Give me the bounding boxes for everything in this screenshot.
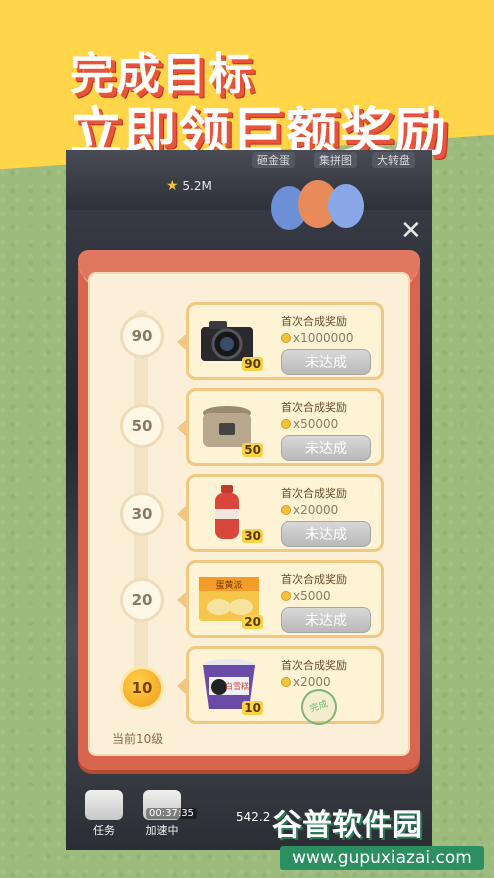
snack-box-icon: 蛋黄派 20 <box>195 569 263 629</box>
item-level-badge: 90 <box>242 357 263 371</box>
coin-icon <box>281 591 291 601</box>
milestone-node-20: 20 <box>120 578 164 622</box>
camera-icon: 90 <box>195 311 263 371</box>
yogurt-label: 白雪糕 <box>225 681 249 691</box>
close-icon[interactable]: ✕ <box>400 216 422 246</box>
watermark-url: www.gupuxiazai.com <box>280 846 484 870</box>
reward-amount: x20000 <box>281 503 338 517</box>
milestone-node-50: 50 <box>120 404 164 448</box>
bottom-coin-counter: 542.2 <box>236 810 271 824</box>
item-level-badge: 20 <box>242 615 263 629</box>
rice-cooker-icon: 50 <box>195 397 263 457</box>
completed-stamp: 完成 <box>296 684 342 730</box>
tab-smash-egg[interactable]: 砸金蛋 <box>252 152 295 168</box>
current-level-label: 当前10级 <box>112 732 164 746</box>
clipboard-icon <box>85 790 123 820</box>
speedup-timer: 00:37:35 <box>146 808 197 819</box>
milestone-node-current: 10 <box>120 666 164 710</box>
item-level-badge: 30 <box>242 529 263 543</box>
reward-amount-value: x5000 <box>293 589 331 603</box>
item-level-badge: 50 <box>242 443 263 457</box>
star-icon: ★ <box>166 178 179 194</box>
yogurt-cup-icon: 白雪糕 10 <box>195 655 263 715</box>
reward-amount: x5000 <box>281 589 331 603</box>
task-button-label: 任务 <box>93 824 115 837</box>
reward-amount-value: x2000 <box>293 675 331 689</box>
reward-title: 首次合成奖励 <box>281 659 347 672</box>
reward-card: 蛋黄派 20 首次合成奖励 x5000 未达成 <box>177 560 384 638</box>
claim-button-disabled[interactable]: 未达成 <box>281 521 371 547</box>
tab-puzzle[interactable]: 集拼图 <box>314 152 357 168</box>
tab-wheel[interactable]: 大转盘 <box>372 152 415 168</box>
watermark-name: 谷普软件园 <box>272 808 422 843</box>
claim-button-disabled[interactable]: 未达成 <box>281 435 371 461</box>
reward-amount-value: x20000 <box>293 503 339 517</box>
coin-counter-value: 5.2M <box>182 179 212 193</box>
item-level-badge: 10 <box>242 701 263 715</box>
reward-card: 90 首次合成奖励 x1000000 未达成 <box>177 302 384 380</box>
reward-title: 首次合成奖励 <box>281 315 347 328</box>
reward-amount-value: x50000 <box>293 417 339 431</box>
reward-card: 30 首次合成奖励 x20000 未达成 <box>177 474 384 552</box>
reward-title: 首次合成奖励 <box>281 487 347 500</box>
snack-box-label: 蛋黄派 <box>215 579 242 591</box>
claim-button-disabled[interactable]: 未达成 <box>281 349 371 375</box>
reward-amount: x2000 <box>281 675 331 689</box>
coin-icon <box>281 419 291 429</box>
coin-counter: ★ 5.2M <box>166 178 212 194</box>
speedup-button-label: 加速中 <box>145 824 179 837</box>
claim-button-disabled[interactable]: 未达成 <box>281 607 371 633</box>
reward-panel: 90 50 30 20 10 当前10级 90 首次合成奖励 x1000000 … <box>78 250 420 770</box>
reward-card: 白雪糕 10 首次合成奖励 x2000 完成 <box>177 646 384 730</box>
reward-card: 50 首次合成奖励 x50000 未达成 <box>177 388 384 466</box>
reward-title: 首次合成奖励 <box>281 573 347 586</box>
reward-title: 首次合成奖励 <box>281 401 347 414</box>
coin-icon <box>281 677 291 687</box>
reward-amount-value: x1000000 <box>293 331 354 345</box>
coin-icon <box>281 505 291 515</box>
reward-sheet: 90 50 30 20 10 当前10级 90 首次合成奖励 x1000000 … <box>88 272 410 756</box>
reward-amount: x50000 <box>281 417 338 431</box>
shampoo-bottle-icon: 30 <box>195 483 263 543</box>
coin-icon <box>281 333 291 343</box>
reward-amount: x1000000 <box>281 331 354 345</box>
milestone-node-90: 90 <box>120 314 164 358</box>
balloon-icon <box>328 184 364 228</box>
milestone-node-30: 30 <box>120 492 164 536</box>
task-button[interactable]: 任务 <box>78 790 130 838</box>
